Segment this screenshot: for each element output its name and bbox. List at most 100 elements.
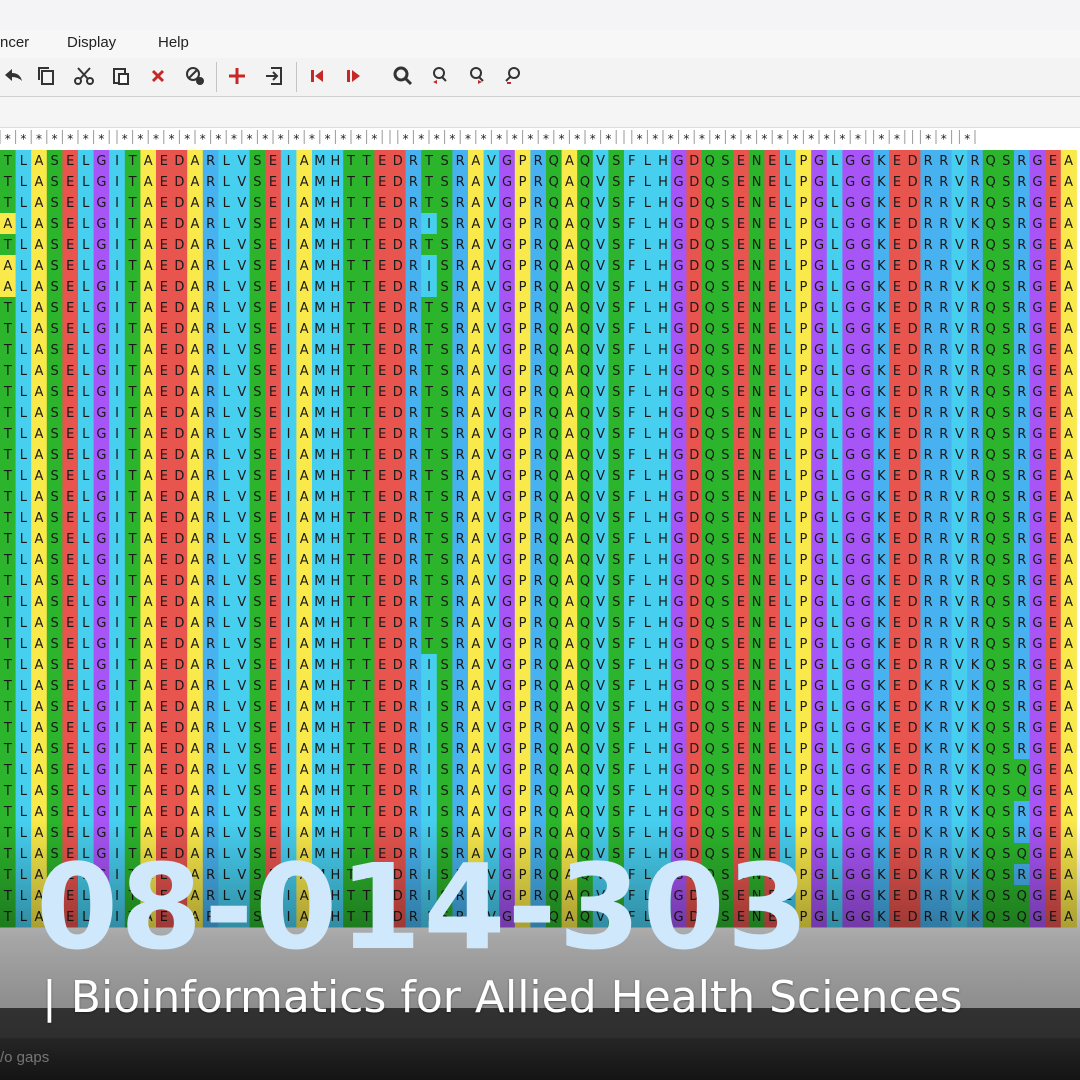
find-reset-button[interactable] (500, 62, 526, 90)
menu-display[interactable]: Display (67, 34, 116, 51)
residue-letter: E (160, 175, 168, 190)
residue-letter: R (924, 175, 933, 190)
residue-letter: S (721, 301, 729, 316)
residue-letter: E (893, 826, 901, 841)
residue-letter: V (955, 427, 964, 442)
residue-letter: G (96, 217, 106, 232)
residue-letter: L (82, 238, 90, 253)
residue-letter: D (174, 259, 184, 274)
residue-letter: R (456, 511, 465, 526)
copy-button[interactable] (33, 62, 59, 90)
residue-letter: L (831, 805, 839, 820)
residue-letter: M (314, 280, 325, 295)
residue-letter: S (1002, 154, 1010, 169)
residue-letter: R (1017, 868, 1026, 883)
cut-button[interactable] (71, 62, 97, 90)
residue-letter: G (861, 826, 871, 841)
residue-letter: Q (985, 553, 995, 568)
residue-letter: T (3, 175, 12, 190)
residue-letter: R (924, 763, 933, 778)
residue-letter: V (596, 196, 605, 211)
residue-letter: A (1064, 301, 1073, 316)
residue-letter: R (970, 406, 979, 421)
residue-letter: E (66, 301, 74, 316)
residue-letter: A (1064, 280, 1073, 295)
residue-letter: G (814, 490, 824, 505)
residue-letter: L (831, 406, 839, 421)
residue-letter: A (3, 280, 12, 295)
residue-letter: R (456, 637, 465, 652)
residue-letter: A (35, 721, 44, 736)
residue-letter: S (50, 511, 58, 526)
residue-letter: N (752, 406, 762, 421)
search-sequence-button[interactable] (182, 62, 208, 90)
residue-letter: G (845, 805, 855, 820)
residue-letter: G (674, 742, 684, 757)
residue-letter: V (596, 658, 605, 673)
residue-letter: T (128, 448, 137, 463)
residue-letter: Q (985, 805, 995, 820)
residue-letter: D (908, 280, 918, 295)
residue-letter: H (658, 427, 668, 442)
residue-letter: V (487, 154, 496, 169)
residue-letter: S (440, 532, 448, 547)
delete-button[interactable] (145, 62, 171, 90)
previous-button[interactable] (304, 62, 330, 90)
menu-sequencer[interactable]: ncer (0, 34, 29, 51)
residue-letter: L (644, 721, 652, 736)
conservation-mark: * (480, 132, 487, 146)
residue-letter: V (596, 175, 605, 190)
residue-letter: T (346, 259, 355, 274)
residue-letter: T (362, 154, 371, 169)
residue-letter: E (378, 637, 386, 652)
residue-letter: D (908, 763, 918, 778)
residue-letter: Q (580, 511, 590, 526)
residue-letter: R (534, 385, 543, 400)
residue-letter: A (300, 196, 309, 211)
residue-letter: T (3, 385, 12, 400)
residue-letter: K (971, 742, 980, 757)
residue-letter: A (35, 490, 44, 505)
zoom-button[interactable] (390, 62, 416, 90)
residue-letter: S (253, 637, 261, 652)
residue-letter: R (1017, 364, 1026, 379)
residue-letter: R (1017, 805, 1026, 820)
residue-letter: T (362, 175, 371, 190)
residue-letter: A (300, 784, 309, 799)
conservation-mark: * (511, 132, 518, 146)
find-next-button[interactable] (464, 62, 490, 90)
next-button[interactable] (340, 62, 366, 90)
residue-letter: T (362, 658, 371, 673)
residue-letter: E (378, 805, 386, 820)
residue-letter: G (814, 154, 824, 169)
residue-letter: G (96, 637, 106, 652)
residue-letter: S (612, 784, 620, 799)
add-button[interactable] (224, 62, 250, 90)
residue-letter: R (939, 763, 948, 778)
menu-help[interactable]: Help (158, 34, 189, 51)
residue-letter: D (689, 175, 699, 190)
residue-letter: I (287, 532, 291, 547)
residue-letter: R (1017, 742, 1026, 757)
residue-letter: G (96, 721, 106, 736)
residue-letter: R (206, 343, 215, 358)
residue-letter: I (287, 784, 291, 799)
residue-letter: T (346, 175, 355, 190)
residue-letter: Q (549, 616, 559, 631)
find-previous-button[interactable] (427, 62, 453, 90)
paste-button[interactable] (108, 62, 134, 90)
residue-letter: E (768, 574, 776, 589)
residue-letter: E (269, 532, 277, 547)
residue-letter: R (924, 385, 933, 400)
residue-letter: V (596, 217, 605, 232)
import-button[interactable] (261, 62, 287, 90)
residue-letter: A (144, 679, 153, 694)
residue-letter: T (424, 490, 433, 505)
residue-letter: R (970, 427, 979, 442)
residue-letter: E (378, 343, 386, 358)
residue-letter: A (35, 805, 44, 820)
residue-letter: S (440, 406, 448, 421)
undo-button[interactable] (0, 62, 26, 90)
residue-letter: D (689, 343, 699, 358)
conservation-mark: * (215, 132, 222, 146)
